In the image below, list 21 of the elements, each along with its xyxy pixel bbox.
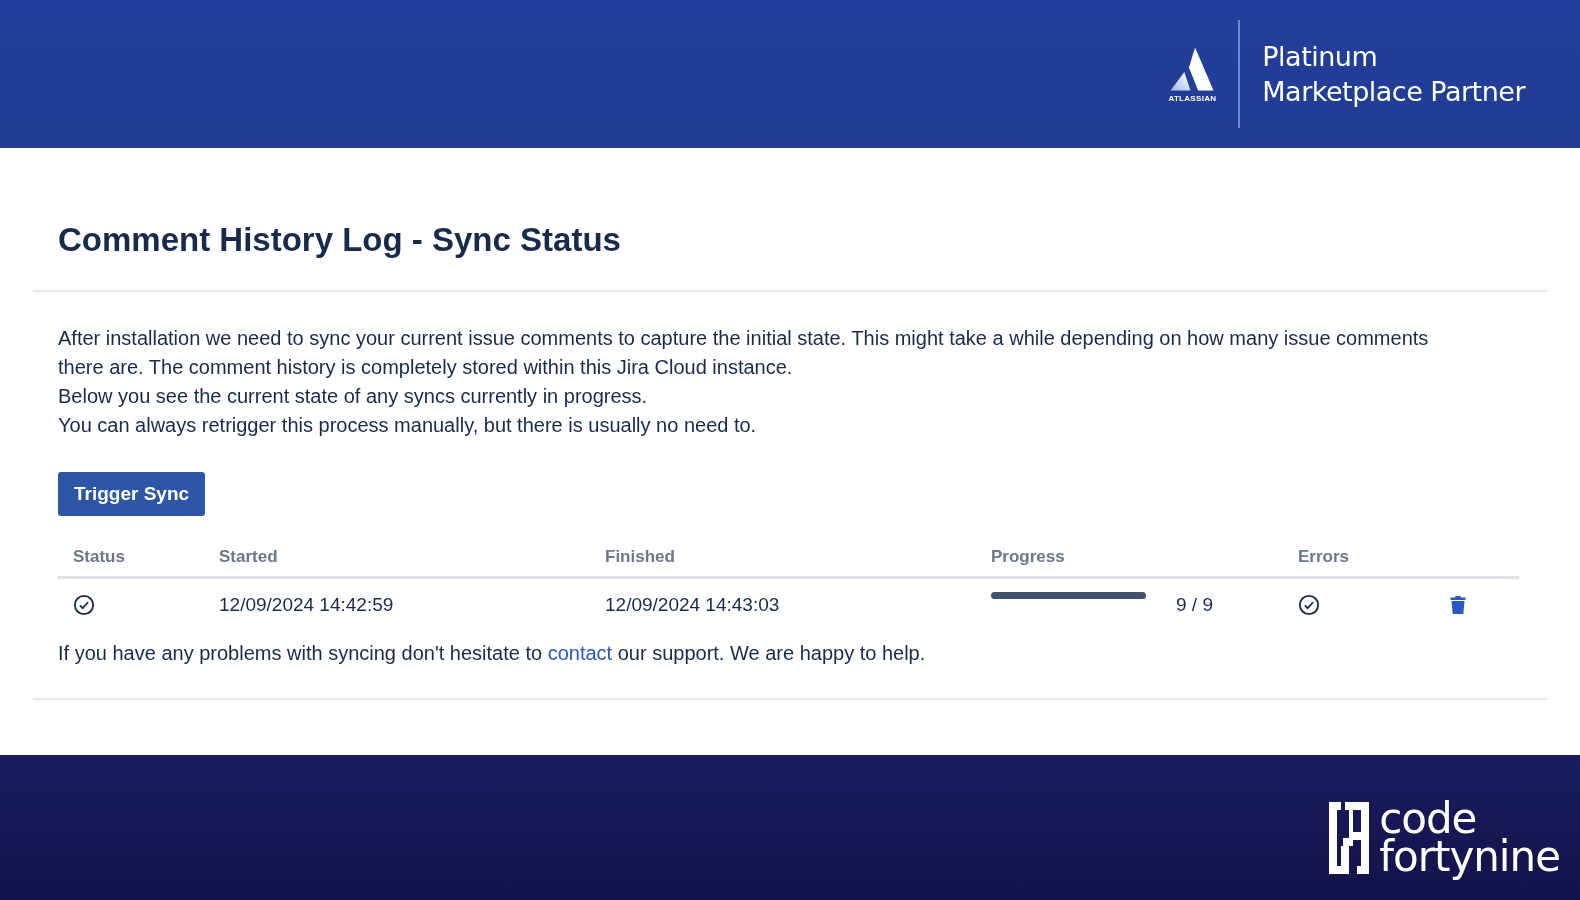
column-header: Status (72, 547, 126, 567)
bracket-logo-icon (1327, 799, 1372, 876)
intro-text: You can always retrigger this process manually, but there is usually no need to. (58, 413, 758, 438)
table-cell: 12/09/2024 14:42:59 (219, 594, 394, 616)
support-text: If you have any problems with syncing don't hesitate to contact our support. We are happy to help. (58, 641, 927, 666)
partner-title: Platinum (1262, 40, 1379, 73)
column-header: Progress (990, 547, 1066, 567)
column-header: Started (218, 547, 279, 567)
partner-title: Marketplace Partner (1262, 75, 1525, 108)
vendor-wordmark: ATLASSIAN (1168, 93, 1217, 103)
page-title: Comment History Log - Sync Status (58, 220, 622, 260)
logo-wordmark: code (1379, 799, 1477, 838)
column-header: Finished (604, 547, 676, 567)
trigger-sync-button[interactable]: Trigger Sync (58, 472, 206, 516)
progress-count: 9 / 9 (1176, 594, 1213, 616)
intro-text: Below you see the current state of any syncs currently in progress. (58, 384, 649, 409)
intro-text: After installation we need to sync your current issue comments to capture the initial state. This might take a while depending on how many issue comments there are. The comment history is completely stored within this Jira Cloud instance. (58, 326, 1430, 380)
trash-icon[interactable] (1450, 596, 1466, 614)
table-cell: 12/09/2024 14:43:03 (605, 594, 780, 616)
contact-link[interactable]: contact (547, 642, 613, 664)
column-header: Errors (1297, 547, 1351, 567)
